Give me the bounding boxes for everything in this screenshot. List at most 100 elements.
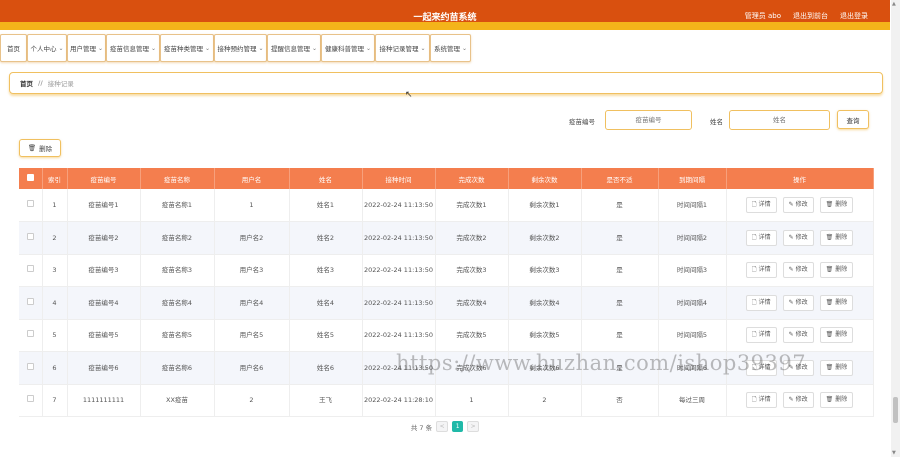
delete-button[interactable]: 🗑︎ 删除 [819, 262, 854, 279]
row-checkbox[interactable] [26, 265, 34, 273]
column-header-6: 完成次数 [435, 168, 509, 189]
column-header-1: 疫苗编号 [67, 168, 141, 189]
row-checkbox[interactable] [26, 395, 34, 403]
name-label: 姓名 [710, 118, 723, 126]
watermark: https://www.huzhan.com/ishop39397 [396, 351, 807, 375]
cell-code: 1111111111 [67, 384, 141, 417]
nav-item-7[interactable]: 健康科普管理 ⌄ [321, 34, 375, 62]
row-checkbox[interactable] [26, 232, 34, 240]
delete-button[interactable]: 🗑︎ 删除 [819, 229, 854, 246]
nav-item-1[interactable]: 个人中心 ⌄ [27, 34, 67, 62]
cell-done: 完成次数1 [435, 189, 509, 222]
batch-delete-button[interactable]: 🗑︎ 删除 [19, 139, 61, 157]
query-button[interactable]: 查询 [837, 110, 869, 129]
row-select-cell[interactable] [19, 351, 43, 385]
cell-idx: 4 [42, 286, 68, 320]
edit-button[interactable]: ✎ 修改 [782, 262, 814, 279]
edit-label: 修改 [795, 233, 808, 241]
row-select-cell[interactable] [19, 319, 43, 352]
cell-idx: 7 [42, 384, 68, 417]
pencil-icon: ✎ [788, 396, 794, 404]
cell-user: 用户名4 [214, 286, 290, 320]
detail-button[interactable]: 🗋︎ 详情 [745, 197, 777, 213]
detail-button[interactable]: 🗋︎ 详情 [745, 327, 777, 344]
cell-code: 疫苗编号6 [67, 351, 141, 385]
nav-item-label: 提醒信息管理 [270, 45, 310, 53]
vaccine-code-input[interactable] [605, 110, 692, 130]
edit-button[interactable]: ✎ 修改 [782, 294, 814, 311]
nav-item-label: 用户管理 [69, 45, 96, 53]
row-select-cell[interactable] [19, 254, 43, 287]
cell-actions: 🗋︎ 详情 ✎ 修改 🗑︎ 删除 [726, 189, 874, 222]
detail-label: 详情 [758, 233, 771, 241]
detail-button[interactable]: 🗋︎ 详情 [745, 229, 777, 246]
row-select-cell[interactable] [19, 384, 43, 417]
nav-item-9[interactable]: 系统管理 ⌄ [430, 34, 471, 62]
back-to-front-link[interactable]: 退出到前台 [793, 11, 828, 21]
detail-label: 详情 [758, 266, 771, 274]
cell-vname: 疫苗名称4 [140, 286, 215, 320]
row-checkbox[interactable] [26, 330, 34, 338]
delete-button[interactable]: 🗑︎ 删除 [819, 327, 854, 344]
nav-item-0[interactable]: 首页 [0, 34, 27, 62]
delete-label: 删除 [835, 396, 848, 404]
nav-item-6[interactable]: 提醒信息管理 ⌄ [267, 34, 321, 62]
delete-button[interactable]: 🗑︎ 删除 [819, 197, 854, 213]
delete-button[interactable]: 🗑︎ 删除 [819, 392, 854, 409]
chevron-down-icon: ⌄ [420, 44, 426, 52]
row-checkbox[interactable] [26, 200, 34, 207]
nav-item-2[interactable]: 用户管理 ⌄ [67, 34, 106, 62]
row-checkbox[interactable] [26, 297, 34, 305]
edit-button[interactable]: ✎ 修改 [782, 327, 814, 344]
detail-button[interactable]: 🗋︎ 详情 [745, 294, 777, 311]
vertical-scrollbar[interactable]: ▲ ▼ [891, 0, 900, 457]
cell-actions: 🗋︎ 详情 ✎ 修改 🗑︎ 删除 [726, 286, 874, 320]
scroll-down-icon[interactable]: ▼ [892, 450, 896, 456]
row-select-cell[interactable] [19, 286, 43, 320]
chevron-down-icon: ⌄ [365, 44, 372, 52]
column-header-5: 接种时间 [362, 168, 436, 189]
prev-page-button[interactable]: < [436, 421, 449, 432]
cell-time: 2022-02-24 11:13:50 [362, 319, 436, 352]
chevron-down-icon: ⌄ [97, 44, 104, 52]
cell-user: 1 [214, 189, 290, 222]
nav-item-4[interactable]: 疫苗种类管理 ⌄ [160, 34, 214, 62]
nav-item-5[interactable]: 接种预约管理 ⌄ [214, 34, 267, 62]
nav-item-3[interactable]: 疫苗信息管理 ⌄ [106, 34, 160, 62]
cell-code: 疫苗编号5 [67, 319, 141, 352]
select-all-cell[interactable] [19, 168, 43, 189]
edit-button[interactable]: ✎ 修改 [782, 229, 814, 246]
edit-label: 修改 [795, 298, 808, 306]
name-input[interactable] [729, 110, 830, 130]
row-select-cell[interactable] [19, 221, 43, 255]
select-all-checkbox[interactable] [26, 174, 34, 181]
cell-bad: 是 [581, 319, 659, 352]
nav-item-label: 疫苗信息管理 [109, 45, 149, 53]
cell-interval: 每过三周 [658, 384, 727, 417]
delete-button[interactable]: 🗑︎ 删除 [819, 294, 854, 311]
next-page-button[interactable]: > [467, 421, 480, 432]
row-checkbox[interactable] [26, 362, 34, 370]
cell-name: 姓名6 [289, 351, 363, 385]
table-row: 1 疫苗编号1 疫苗名称1 1 姓名1 2022-02-24 11:13:50 完成次数1 剩… [19, 189, 874, 222]
cell-vname: 疫苗名称2 [140, 221, 215, 255]
doc-icon: 🗋︎ [751, 266, 757, 274]
chevron-down-icon: ⌄ [204, 44, 211, 52]
page-number-current[interactable]: 1 [452, 421, 464, 432]
nav-item-8[interactable]: 接种记录管理 ⌄ [375, 34, 430, 62]
delete-button[interactable]: 🗑︎ 删除 [819, 359, 854, 376]
detail-button[interactable]: 🗋︎ 详情 [745, 262, 777, 279]
edit-button[interactable]: ✎ 修改 [782, 197, 814, 213]
cell-idx: 2 [42, 221, 68, 255]
scroll-thumb[interactable] [893, 397, 898, 423]
scroll-up-icon[interactable]: ▲ [892, 1, 896, 7]
logout-link[interactable]: 退出登录 [840, 11, 868, 21]
nav-item-label: 个人中心 [30, 45, 57, 53]
row-select-cell[interactable] [19, 189, 43, 222]
breadcrumb-home[interactable]: 首页 [20, 78, 33, 88]
edit-button[interactable]: ✎ 修改 [782, 392, 814, 409]
edit-label: 修改 [795, 201, 808, 208]
chevron-down-icon: ⌄ [150, 44, 157, 52]
detail-button[interactable]: 🗋︎ 详情 [745, 392, 777, 409]
nav-item-label: 疫苗种类管理 [163, 45, 203, 53]
